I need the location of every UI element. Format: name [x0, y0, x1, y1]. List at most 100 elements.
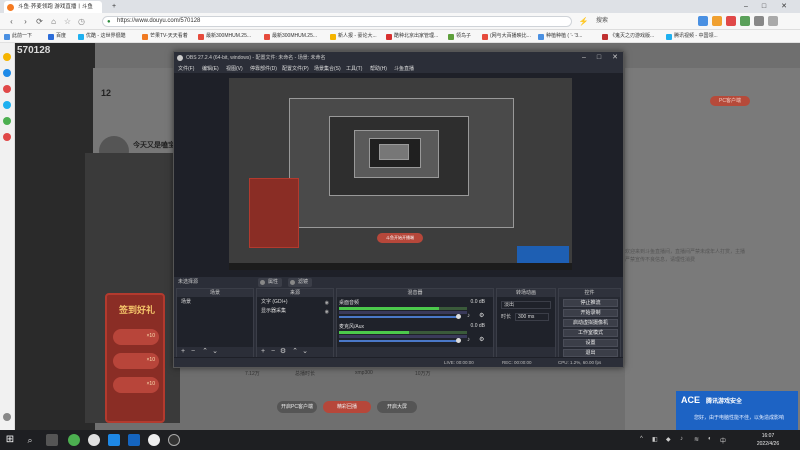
filters-button[interactable]: 滤镜 — [288, 278, 313, 287]
obs-maximize-button[interactable]: □ — [592, 52, 606, 64]
virtual-camera-button[interactable]: 启动虚拟摄像机 — [563, 319, 618, 327]
stop-stream-button[interactable]: 停止推流 — [563, 299, 618, 307]
sidebar-add-icon[interactable] — [3, 413, 11, 421]
move-down-icon[interactable]: ⌄ — [301, 348, 309, 356]
speaker-icon[interactable]: ♪ — [467, 313, 473, 319]
menu-scene-collection[interactable]: 场景集合(S) — [314, 64, 341, 74]
back-button[interactable]: ‹ — [6, 16, 17, 27]
scene-item[interactable]: 场景 — [179, 299, 251, 306]
source-item-display[interactable]: 显示器采集 ◉ — [259, 308, 331, 315]
bookmark-item[interactable]: 新人报 - 豪论大... — [330, 32, 377, 41]
task-view-icon[interactable] — [46, 434, 58, 446]
url-input[interactable]: ● https://www.douyu.com/570128 — [102, 16, 572, 27]
sidebar-video-icon[interactable] — [3, 85, 11, 93]
menu-edit[interactable]: 编辑(E) — [202, 64, 219, 74]
ext-icon-3[interactable] — [726, 16, 736, 26]
replay-button[interactable]: 精彩回播 — [323, 401, 371, 413]
app-icon-green[interactable] — [68, 434, 80, 446]
bookmark-item[interactable]: 芒果TV-天天看着 — [142, 32, 188, 41]
add-icon[interactable]: + — [259, 348, 267, 356]
tray-volume-icon[interactable]: ♪ — [680, 436, 683, 442]
ext-icon-2[interactable] — [712, 16, 722, 26]
duration-input[interactable]: 300 ms — [515, 313, 549, 321]
search-engine-box[interactable]: 搜索 — [590, 16, 614, 27]
ext-icon-4[interactable] — [740, 16, 750, 26]
history-icon[interactable]: ◷ — [76, 16, 87, 27]
sidebar-apps-icon[interactable] — [3, 117, 11, 125]
pc-client-pill[interactable]: PC客户端 — [710, 96, 750, 106]
minimize-button[interactable]: – — [738, 0, 754, 13]
volume-slider[interactable] — [339, 338, 461, 343]
menu-profile[interactable]: 配置文件(P) — [282, 64, 309, 74]
eye-icon[interactable]: ◉ — [325, 309, 329, 316]
add-icon[interactable]: + — [179, 348, 187, 356]
tray-speaker-icon[interactable]: ◐ — [708, 436, 712, 442]
obs-taskbar-icon[interactable] — [168, 434, 180, 446]
menu-douyu[interactable]: 斗鱼直播 — [394, 64, 414, 74]
app-icon-white[interactable] — [148, 434, 160, 446]
forward-button[interactable]: › — [20, 16, 31, 27]
bookmark-item[interactable]: 腾讯视频 - 中国领... — [666, 32, 718, 41]
gift-row[interactable]: ×10 — [113, 377, 159, 393]
move-down-icon[interactable]: ⌄ — [211, 348, 219, 356]
chrome-icon[interactable] — [88, 434, 100, 446]
bookmark-item[interactable]: 最新300MHUM.25... — [198, 32, 251, 41]
volume-slider[interactable] — [339, 314, 461, 319]
properties-button[interactable]: 属性 — [258, 278, 283, 287]
fullscreen-button[interactable]: 开启大屏 — [377, 401, 417, 413]
move-up-icon[interactable]: ⌃ — [291, 348, 299, 356]
browser-icon[interactable] — [108, 434, 120, 446]
maximize-button[interactable]: □ — [756, 0, 772, 13]
gift-panel[interactable]: 签到好礼 ×10 ×10 ×10 — [105, 293, 165, 423]
lightning-icon[interactable]: ⚡ — [578, 16, 589, 27]
slider-handle[interactable] — [456, 314, 461, 319]
bookmark-item[interactable]: 领鸟子 — [448, 32, 471, 41]
bookmark-item[interactable]: 酷种北京出家管理... — [386, 32, 438, 41]
search-icon[interactable]: ⌕ — [24, 434, 36, 446]
settings-button[interactable]: 设置 — [563, 339, 618, 347]
sidebar-mail-icon[interactable] — [3, 101, 11, 109]
obs-minimize-button[interactable]: – — [577, 52, 591, 64]
gift-row[interactable]: ×10 — [113, 353, 159, 369]
menu-view[interactable]: 视图(V) — [226, 64, 243, 74]
source-item-text[interactable]: 文字 (GDI+) ◉ — [259, 299, 331, 306]
transition-select[interactable]: 淡出 — [501, 301, 551, 309]
gift-row[interactable]: ×10 — [113, 329, 159, 345]
move-up-icon[interactable]: ⌃ — [201, 348, 209, 356]
bookmark-item[interactable]: (网与大百播映比... — [482, 32, 531, 41]
tray-shield-icon[interactable]: ◆ — [666, 436, 671, 443]
bookmark-item[interactable]: 优酷 - 这世界很酷 — [78, 32, 125, 41]
home-button[interactable]: ⌂ — [48, 16, 59, 27]
bookmark-item[interactable]: 百度 — [48, 32, 66, 41]
speaker-icon[interactable]: ♪ — [467, 337, 473, 343]
tray-network-icon[interactable]: ◧ — [652, 436, 658, 443]
windows-start-icon[interactable]: ⊞ — [4, 434, 16, 446]
ext-icon-1[interactable] — [698, 16, 708, 26]
bookmark-item[interactable]: 《鬼灭之刃游戏版... — [602, 32, 654, 41]
star-icon[interactable]: ☆ — [62, 16, 73, 27]
sidebar-star-icon[interactable] — [3, 53, 11, 61]
exit-button[interactable]: 退出 — [563, 349, 618, 357]
slider-handle[interactable] — [456, 338, 461, 343]
preview-canvas[interactable]: 斗鱼开始开播端 — [229, 78, 572, 270]
tray-ime-icon[interactable]: 中 — [720, 436, 726, 445]
tray-chevron-icon[interactable]: ^ — [640, 436, 643, 442]
eye-icon[interactable]: ◉ — [325, 300, 329, 307]
close-window-button[interactable]: ✕ — [776, 0, 792, 13]
reload-button[interactable]: ⟳ — [34, 16, 45, 27]
start-recording-button[interactable]: 开始录制 — [563, 309, 618, 317]
bookmark-item[interactable]: 最新300MHUM.25... — [264, 32, 317, 41]
gear-icon[interactable]: ⚙ — [479, 337, 485, 343]
bookmark-item[interactable]: 此前一下 — [4, 32, 32, 41]
remove-icon[interactable]: − — [269, 348, 277, 356]
new-tab-button[interactable]: + — [106, 0, 122, 13]
ext-icon-5[interactable] — [754, 16, 764, 26]
menu-tools[interactable]: 工具(T) — [346, 64, 362, 74]
client-button[interactable]: 开启PC客户端 — [277, 401, 317, 413]
menu-docks[interactable]: 停靠部件(D) — [250, 64, 277, 74]
menu-help[interactable]: 帮助(H) — [370, 64, 387, 74]
sidebar-weibo-icon[interactable] — [3, 133, 11, 141]
tray-wifi-icon[interactable]: ≋ — [694, 436, 699, 443]
obs-close-button[interactable]: ✕ — [608, 52, 622, 64]
menu-icon[interactable] — [768, 16, 778, 26]
